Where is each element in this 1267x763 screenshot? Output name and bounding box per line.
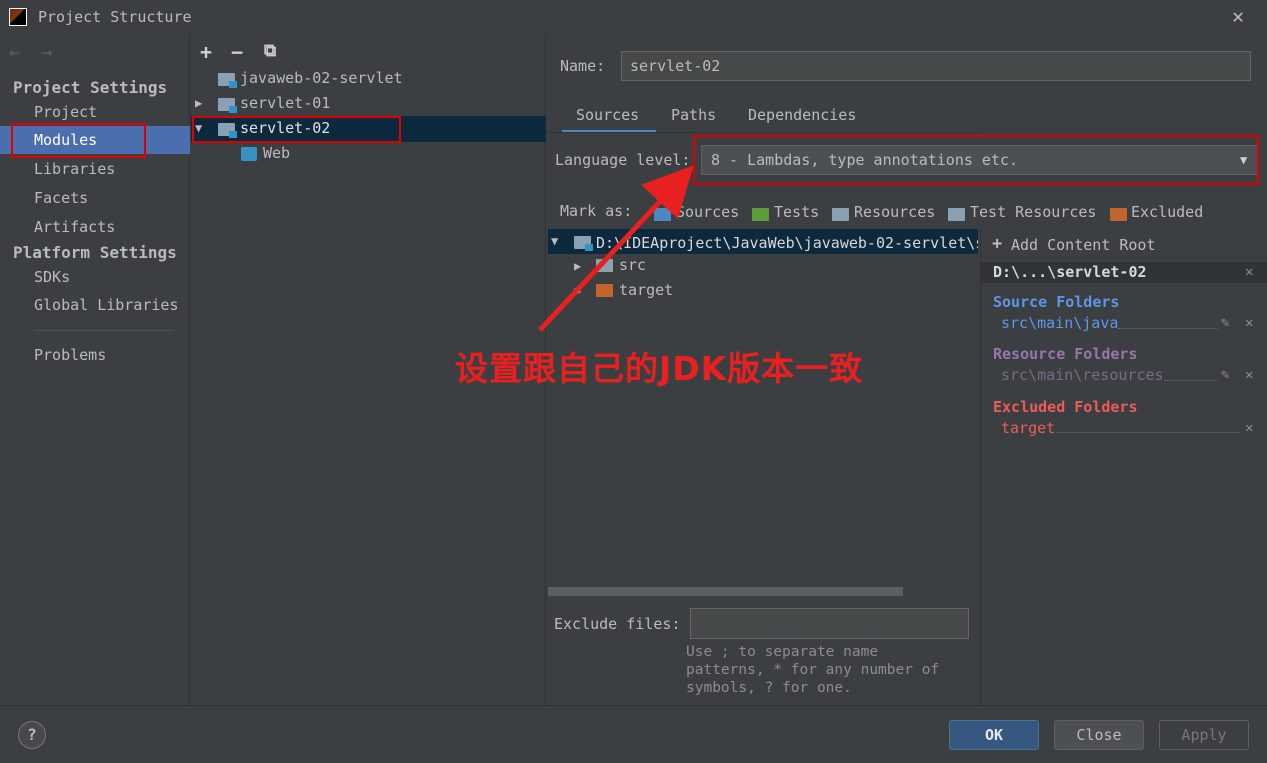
- intellij-idea-icon: [9, 8, 28, 27]
- tree-item-label: javaweb-02-servlet: [240, 69, 403, 87]
- test-resources-folder-icon: [948, 208, 965, 221]
- horizontal-scrollbar[interactable]: [548, 587, 903, 596]
- sidebar-item-problems[interactable]: Problems: [34, 346, 106, 364]
- remove-root-icon[interactable]: ✕: [1245, 264, 1253, 280]
- remove-folder-icon[interactable]: ✕: [1245, 420, 1253, 436]
- exclude-files-label: Exclude files:: [554, 615, 681, 633]
- excluded-folder-icon: [1110, 208, 1127, 221]
- annotation-arrow: [538, 165, 694, 332]
- mark-resources-label: Resources: [854, 203, 936, 221]
- exclude-files-hint: Use ; to separate name patterns, * for a…: [686, 644, 940, 696]
- apply-button[interactable]: Apply: [1159, 720, 1249, 750]
- window-title: Project Structure: [38, 8, 192, 26]
- dotted-leader: [1118, 328, 1218, 329]
- dotted-leader: [1164, 380, 1218, 381]
- expand-arrow-icon[interactable]: ▶: [195, 96, 202, 110]
- sidebar-item-libraries[interactable]: Libraries: [34, 160, 115, 178]
- mark-excluded-label: Excluded: [1131, 203, 1204, 221]
- web-facet-icon: [241, 147, 257, 161]
- add-icon[interactable]: +: [992, 234, 1002, 254]
- source-folder-path[interactable]: src\main\java: [1001, 314, 1118, 332]
- sidebar-item-sdks[interactable]: SDKs: [34, 268, 70, 286]
- content-root-header-path: D:\...\servlet-02: [993, 263, 1147, 281]
- tree-item-label: servlet-01: [240, 94, 331, 112]
- tab-dependencies[interactable]: Dependencies: [748, 106, 856, 132]
- sidebar-item-facets[interactable]: Facets: [34, 189, 88, 207]
- excluded-folders-title: Excluded Folders: [993, 398, 1138, 416]
- annotation-box-language-level: [693, 135, 1259, 185]
- sidebar-item-artifacts[interactable]: Artifacts: [34, 218, 115, 236]
- excluded-folder-path[interactable]: target: [1001, 419, 1055, 437]
- sidebar-item-global-libraries[interactable]: Global Libraries: [34, 296, 179, 314]
- module-folder-icon: [218, 98, 237, 113]
- annotation-box-servlet-02: [192, 116, 401, 143]
- module-folder-icon: [218, 73, 237, 88]
- sidebar-item-project[interactable]: Project: [34, 103, 97, 121]
- tabs-divider: [548, 132, 978, 133]
- module-name-input[interactable]: servlet-02: [621, 51, 1251, 81]
- close-icon[interactable]: ✕: [1228, 6, 1248, 26]
- resource-folders-title: Resource Folders: [993, 345, 1138, 363]
- annotation-text: 设置跟自己的JDK版本一致: [455, 349, 864, 388]
- resource-folder-path[interactable]: src\main\resources: [1001, 366, 1164, 384]
- tab-paths[interactable]: Paths: [671, 106, 716, 132]
- remove-folder-icon[interactable]: ✕: [1245, 315, 1253, 331]
- project-settings-heading: Project Settings: [13, 78, 168, 97]
- exclude-files-input[interactable]: [690, 608, 969, 639]
- resources-folder-icon: [832, 208, 849, 221]
- tab-sources[interactable]: Sources: [576, 106, 639, 132]
- mark-test-resources-label: Test Resources: [970, 203, 1097, 221]
- close-button[interactable]: Close: [1054, 720, 1144, 750]
- annotation-box-modules: [11, 123, 146, 158]
- ok-button[interactable]: OK: [949, 720, 1039, 750]
- copy-icon[interactable]: ⧉: [264, 41, 276, 61]
- dotted-leader: [1056, 432, 1239, 433]
- platform-settings-heading: Platform Settings: [13, 243, 177, 262]
- remove-folder-icon[interactable]: ✕: [1245, 367, 1253, 383]
- tests-folder-icon: [752, 208, 769, 221]
- forward-arrow-icon[interactable]: →: [42, 42, 53, 63]
- sidebar-divider: [34, 330, 174, 331]
- remove-icon[interactable]: −: [231, 40, 243, 64]
- mark-tests-label: Tests: [774, 203, 820, 221]
- source-folders-title: Source Folders: [993, 293, 1120, 311]
- add-content-root-link[interactable]: Add Content Root: [1011, 236, 1156, 254]
- edit-icon[interactable]: ✎: [1221, 315, 1229, 331]
- help-icon[interactable]: ?: [18, 721, 46, 749]
- back-arrow-icon[interactable]: ←: [9, 42, 20, 63]
- edit-icon[interactable]: ✎: [1221, 367, 1229, 383]
- name-label: Name:: [560, 57, 606, 75]
- tree-item-label: Web: [263, 144, 291, 162]
- add-icon[interactable]: +: [200, 40, 212, 64]
